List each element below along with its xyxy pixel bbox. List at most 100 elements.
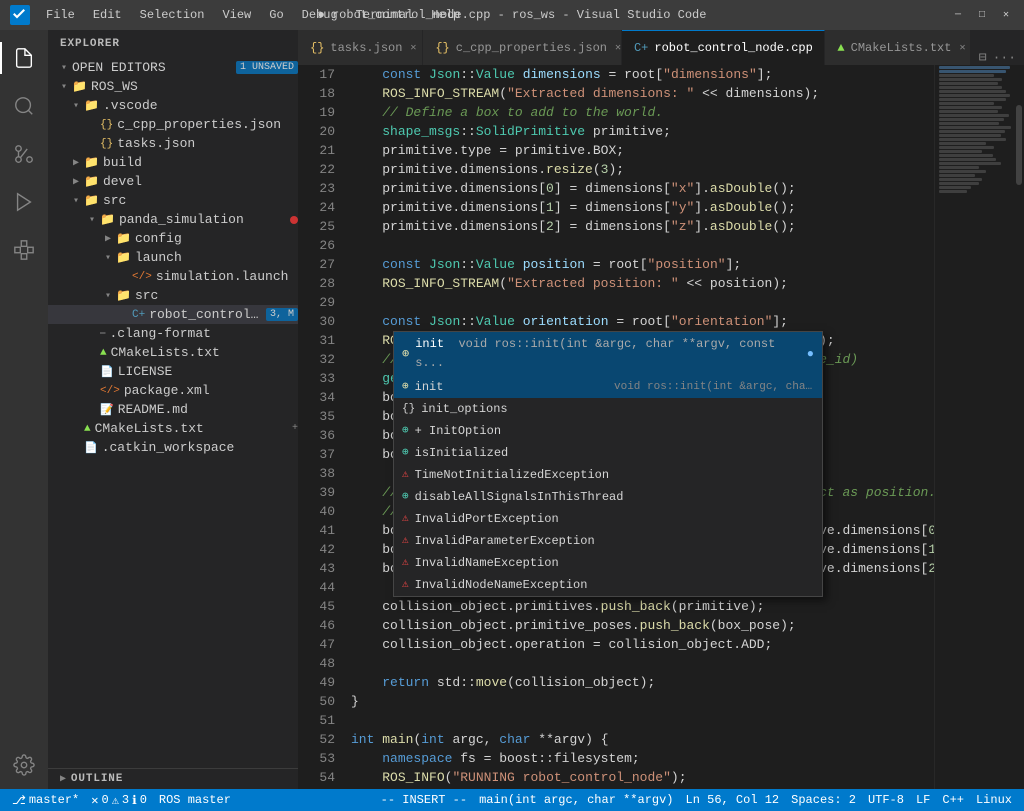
- ac-init-label: init: [415, 378, 608, 397]
- ac-item-init-option[interactable]: ⊕ + InitOption: [394, 420, 822, 442]
- tree-item-package-xml[interactable]: ▶ </> package.xml: [48, 381, 298, 400]
- line-45: 45: [298, 597, 335, 616]
- ac-item-invalid-param[interactable]: ⚠ InvalidParameterException: [394, 530, 822, 552]
- tree-item-catkin[interactable]: ▶ 📄 .catkin_workspace: [48, 438, 298, 457]
- cursor-position: Ln 56, Col 12: [686, 793, 780, 807]
- line-55: 55: [298, 787, 335, 789]
- tab-tasks[interactable]: {} tasks.json ✕: [298, 30, 423, 65]
- status-language[interactable]: C++: [938, 793, 968, 807]
- menu-selection[interactable]: Selection: [132, 6, 213, 24]
- status-position[interactable]: Ln 56, Col 12: [682, 793, 784, 807]
- cmake-icon: ▲: [100, 347, 107, 359]
- status-spaces[interactable]: Spaces: 2: [787, 793, 860, 807]
- launch-icon: 📁: [116, 250, 131, 265]
- ac-init-options-icon: {}: [402, 400, 415, 419]
- package-xml-icon: </>: [100, 385, 120, 397]
- tab-robot-control[interactable]: C+ robot_control_node.cpp: [622, 30, 825, 65]
- tab-robot-icon: C+: [634, 41, 648, 55]
- code-editor[interactable]: const Json::Value dimensions = root["dim…: [343, 65, 934, 789]
- tab-cmake[interactable]: ▲ CMakeLists.txt ✕: [825, 30, 970, 65]
- clang-label: .clang-format: [110, 326, 299, 341]
- ac-time-exc-icon: ⚠: [402, 466, 409, 485]
- activity-extensions[interactable]: [0, 226, 48, 274]
- vscode-chevron: ▾: [68, 100, 84, 112]
- ac-item-invalid-name[interactable]: ⚠ InvalidNameException: [394, 552, 822, 574]
- more-actions-icon[interactable]: ···: [993, 50, 1016, 65]
- menu-edit[interactable]: Edit: [85, 6, 130, 24]
- tree-item-readme[interactable]: ▶ 📝 README.md: [48, 400, 298, 419]
- activity-search[interactable]: [0, 82, 48, 130]
- sim-launch-label: simulation.launch: [156, 269, 298, 284]
- outline-section[interactable]: ▶ OUTLINE: [48, 768, 298, 789]
- tree-item-cmake[interactable]: ▶ ▲ CMakeLists.txt: [48, 343, 298, 362]
- cmake2-label: CMakeLists.txt: [95, 421, 292, 436]
- tab-tasks-close[interactable]: ✕: [408, 40, 418, 56]
- status-errors[interactable]: ✕ 0 ⚠ 3 ℹ 0: [87, 793, 151, 808]
- tree-item-robot-ctrl[interactable]: ▶ C+ robot_control_nod... 3, M: [48, 305, 298, 324]
- tree-item-panda-sim[interactable]: ▾ 📁 panda_simulation: [48, 210, 298, 229]
- tab-cpp-label: c_cpp_properties.json: [456, 41, 607, 55]
- editor-content[interactable]: 17 18 19 20 21 22 23 24 25 26 27 28 29 3…: [298, 65, 1024, 789]
- ac-item-init[interactable]: ⊕ init void ros::init(int &argc, char **…: [394, 376, 822, 398]
- menu-file[interactable]: File: [38, 6, 83, 24]
- status-eol[interactable]: LF: [912, 793, 934, 807]
- catkin-label: .catkin_workspace: [102, 440, 298, 455]
- activity-explorer[interactable]: [0, 34, 48, 82]
- tree-item-tasks[interactable]: ▶ {} tasks.json: [48, 134, 298, 153]
- line-22: 22: [298, 160, 335, 179]
- tree-item-sim-launch[interactable]: ▶ </> simulation.launch: [48, 267, 298, 286]
- tab-cmake-label: CMakeLists.txt: [851, 41, 952, 55]
- ac-item-init-options[interactable]: {} init_options: [394, 398, 822, 420]
- src2-icon: 📁: [116, 288, 131, 303]
- open-editors-chevron: ▾: [56, 62, 72, 74]
- activity-settings[interactable]: [0, 741, 48, 789]
- tree-item-vscode[interactable]: ▾ 📁 .vscode: [48, 96, 298, 115]
- tree-item-license[interactable]: ▶ 📄 LICENSE: [48, 362, 298, 381]
- ac-item-is-init[interactable]: ⊕ isInitialized: [394, 442, 822, 464]
- ac-item-time-not-init[interactable]: ⚠ TimeNotInitializedException: [394, 464, 822, 486]
- tree-item-clang[interactable]: ▶ ⎯ .clang-format: [48, 324, 298, 343]
- open-editors-label: OPEN EDITORS: [72, 60, 232, 75]
- ac-item-invalid-node[interactable]: ⚠ InvalidNodeNameException: [394, 574, 822, 596]
- line-47: 47: [298, 635, 335, 654]
- tab-cpp-props[interactable]: {} c_cpp_properties.json ✕: [423, 30, 622, 65]
- minimize-button[interactable]: ─: [950, 7, 966, 23]
- tree-item-devel[interactable]: ▶ 📁 devel: [48, 172, 298, 191]
- line-35: 35: [298, 407, 335, 426]
- readme-icon: 📝: [100, 403, 114, 417]
- code-line-52: int main(int argc, char **argv) {: [351, 730, 926, 749]
- status-ros-master[interactable]: ROS master: [155, 793, 235, 807]
- activity-git[interactable]: [0, 130, 48, 178]
- split-editor-icon[interactable]: ⊟: [979, 50, 987, 65]
- scrollbar[interactable]: [1014, 65, 1024, 789]
- tree-item-cmake2[interactable]: ▶ ▲ CMakeLists.txt +: [48, 419, 298, 438]
- tree-item-launch[interactable]: ▾ 📁 launch: [48, 248, 298, 267]
- ac-init-icon: ⊕: [402, 378, 409, 397]
- ac-item-disable-signals[interactable]: ⊕ disableAllSignalsInThisThread: [394, 486, 822, 508]
- tree-item-config[interactable]: ▶ 📁 config: [48, 229, 298, 248]
- status-branch[interactable]: ⎇ master*: [8, 793, 83, 808]
- tree-item-src2[interactable]: ▾ 📁 src: [48, 286, 298, 305]
- status-insert-mode[interactable]: -- INSERT --: [377, 793, 471, 807]
- menu-go[interactable]: Go: [261, 6, 291, 24]
- code-line-53: namespace fs = boost::filesystem;: [351, 749, 926, 768]
- language-label: C++: [942, 793, 964, 807]
- ac-invalid-name-icon: ⚠: [402, 554, 409, 573]
- tree-item-build[interactable]: ▶ 📁 build: [48, 153, 298, 172]
- open-editors-section[interactable]: ▾ OPEN EDITORS 1 UNSAVED: [48, 58, 298, 77]
- tree-item-cpp-props[interactable]: ▶ {} c_cpp_properties.json: [48, 115, 298, 134]
- tree-root-ros-ws[interactable]: ▾ 📁 ROS_WS: [48, 77, 298, 96]
- activity-debug[interactable]: [0, 178, 48, 226]
- menu-view[interactable]: View: [214, 6, 259, 24]
- ac-item-invalid-port[interactable]: ⚠ InvalidPortException: [394, 508, 822, 530]
- tree-item-src[interactable]: ▾ 📁 src: [48, 191, 298, 210]
- autocomplete-popup: ⊕ init void ros::init(int &argc, char **…: [393, 331, 823, 597]
- code-line-21: primitive.type = primitive.BOX;: [351, 141, 926, 160]
- status-right-info[interactable]: main(int argc, char **argv): [475, 793, 677, 807]
- maximize-button[interactable]: □: [974, 7, 990, 23]
- scrollbar-thumb[interactable]: [1016, 105, 1022, 185]
- status-encoding[interactable]: UTF-8: [864, 793, 908, 807]
- status-os[interactable]: Linux: [972, 793, 1016, 807]
- close-button[interactable]: ✕: [998, 7, 1014, 23]
- tab-cmake-close[interactable]: ✕: [957, 40, 967, 56]
